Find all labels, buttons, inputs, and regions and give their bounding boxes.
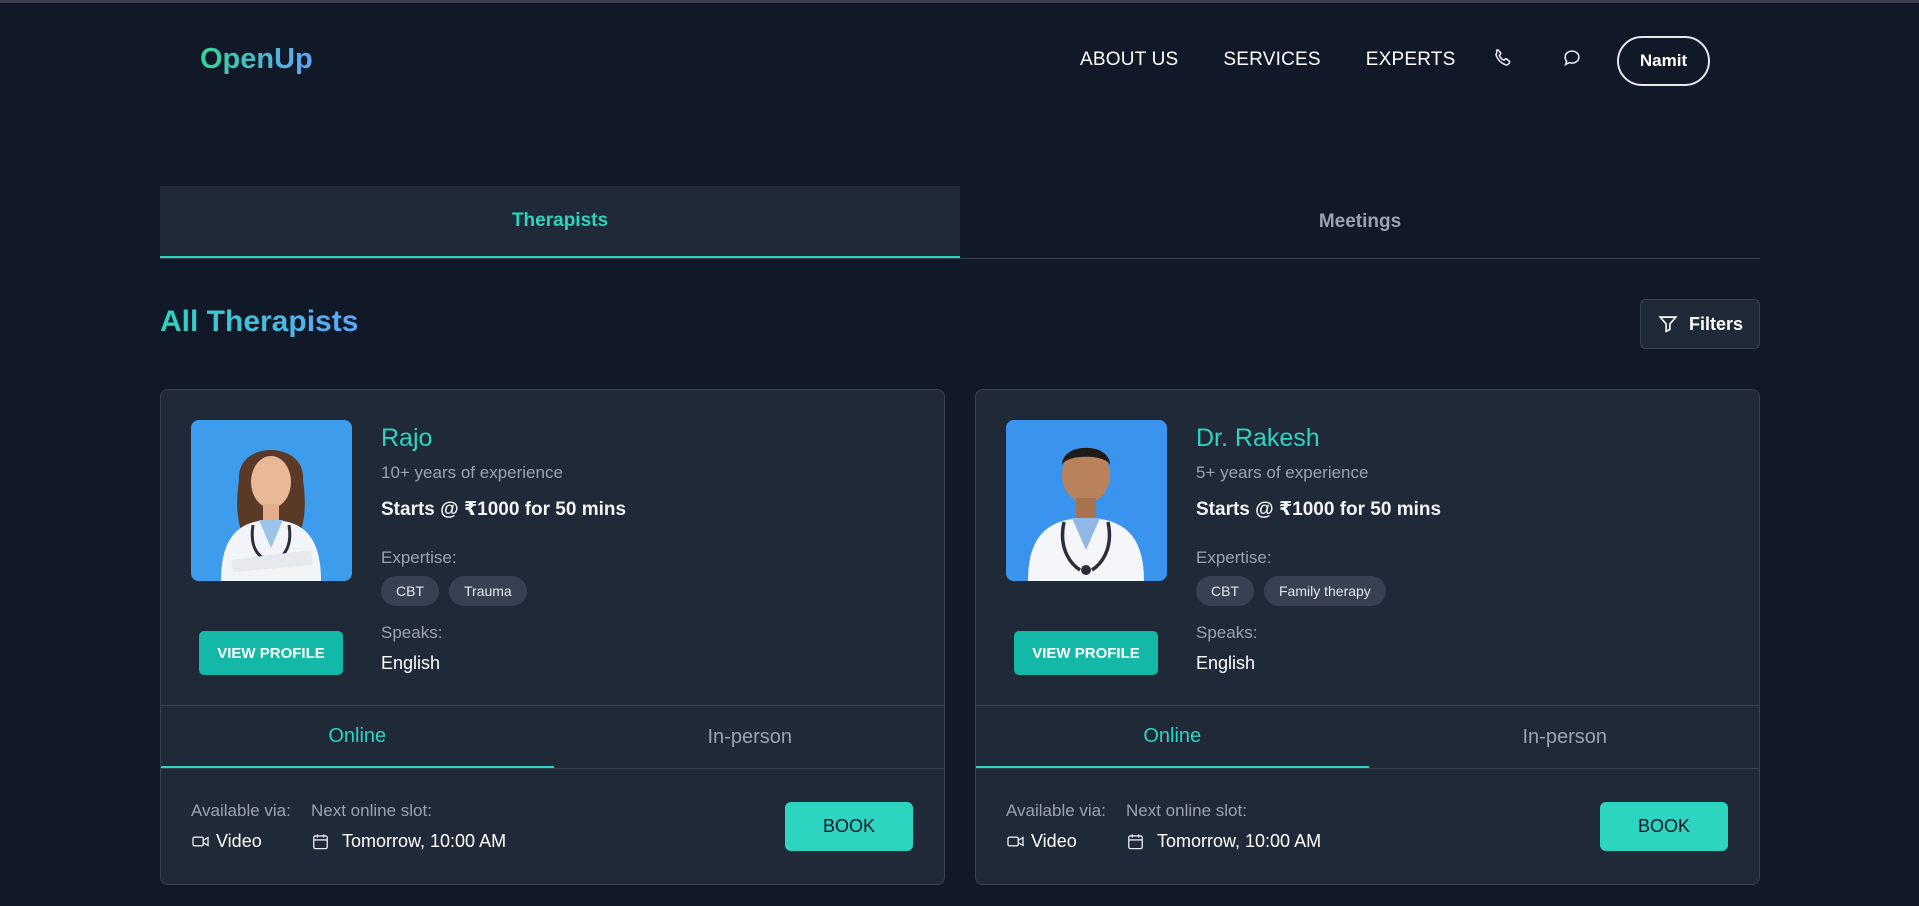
next-slot-text: Tomorrow, 10:00 AM (1157, 831, 1322, 851)
main-tabs: Therapists Meetings (160, 186, 1760, 259)
filter-icon (1658, 316, 1678, 333)
calendar-icon (1128, 834, 1143, 850)
expertise-label: Expertise: (381, 548, 457, 567)
filters-button[interactable]: Filters (1640, 299, 1760, 349)
tab-online[interactable]: Online (976, 706, 1369, 768)
user-menu-button[interactable]: Namit (1617, 36, 1710, 86)
phone-icon[interactable] (1492, 47, 1516, 71)
view-profile-button[interactable]: VIEW PROFILE (199, 631, 343, 675)
expertise-label: Expertise: (1196, 548, 1272, 567)
available-via-value: Video (1006, 831, 1077, 852)
speaks-label: Speaks: (1196, 623, 1258, 642)
filters-label: Filters (1688, 313, 1744, 334)
expertise-chips: CBT Family therapy (1196, 576, 1386, 606)
speaks-value: English (1196, 653, 1256, 673)
nav-services[interactable]: SERVICES (1223, 49, 1320, 71)
view-profile-button[interactable]: VIEW PROFILE (1014, 631, 1158, 675)
chat-icon[interactable] (1561, 47, 1585, 71)
session-mode-tabs: Online In-person (976, 705, 1760, 769)
next-slot-value: Tomorrow, 10:00 AM (311, 831, 506, 852)
video-icon (1007, 836, 1024, 847)
calendar-icon (313, 834, 328, 850)
tab-online[interactable]: Online (161, 706, 554, 768)
expertise-chips: CBT Trauma (381, 576, 527, 606)
next-slot-value: Tomorrow, 10:00 AM (1126, 831, 1321, 852)
main-nav: ABOUT US SERVICES EXPERTS (1080, 49, 1500, 71)
therapist-price: Starts @ ₹1000 for 50 mins (1196, 499, 1442, 520)
therapist-card: VIEW PROFILE Dr. Rakesh 5+ years of expe… (975, 389, 1760, 885)
nav-about-us[interactable]: ABOUT US (1080, 49, 1178, 71)
tab-in-person[interactable]: In-person (1369, 706, 1760, 768)
next-slot-label: Next online slot: (311, 801, 432, 820)
next-slot-text: Tomorrow, 10:00 AM (342, 831, 507, 851)
book-button[interactable]: BOOK (785, 802, 913, 851)
expertise-chip: CBT (1196, 576, 1254, 606)
next-slot-label: Next online slot: (1126, 801, 1247, 820)
therapist-price: Starts @ ₹1000 for 50 mins (381, 499, 627, 520)
expertise-chip: Trauma (449, 576, 527, 606)
nav-experts[interactable]: EXPERTS (1366, 49, 1456, 71)
therapist-name[interactable]: Dr. Rakesh (1196, 424, 1320, 453)
book-button[interactable]: BOOK (1600, 802, 1728, 851)
available-via-text: Video (216, 831, 262, 851)
header: OpenUp ABOUT US SERVICES EXPERTS Namit (0, 3, 1919, 119)
therapist-photo[interactable] (1006, 420, 1167, 581)
therapist-experience: 10+ years of experience (381, 463, 563, 482)
available-via-value: Video (191, 831, 262, 852)
available-via-label: Available via: (1006, 801, 1106, 820)
available-via-label: Available via: (191, 801, 291, 820)
speaks-label: Speaks: (381, 623, 443, 642)
therapist-name[interactable]: Rajo (381, 424, 432, 453)
expertise-chip: Family therapy (1264, 576, 1386, 606)
session-mode-tabs: Online In-person (161, 705, 945, 769)
tab-therapists[interactable]: Therapists (160, 186, 960, 258)
therapist-experience: 5+ years of experience (1196, 463, 1369, 482)
tab-in-person[interactable]: In-person (554, 706, 945, 768)
therapist-card: VIEW PROFILE Rajo 10+ years of experienc… (160, 389, 945, 885)
tab-meetings[interactable]: Meetings (960, 186, 1760, 258)
expertise-chip: CBT (381, 576, 439, 606)
logo[interactable]: OpenUp (200, 43, 313, 76)
page-title: All Therapists (160, 305, 359, 338)
speaks-value: English (381, 653, 441, 673)
video-icon (192, 836, 209, 847)
available-via-text: Video (1031, 831, 1077, 851)
therapist-photo[interactable] (191, 420, 352, 581)
